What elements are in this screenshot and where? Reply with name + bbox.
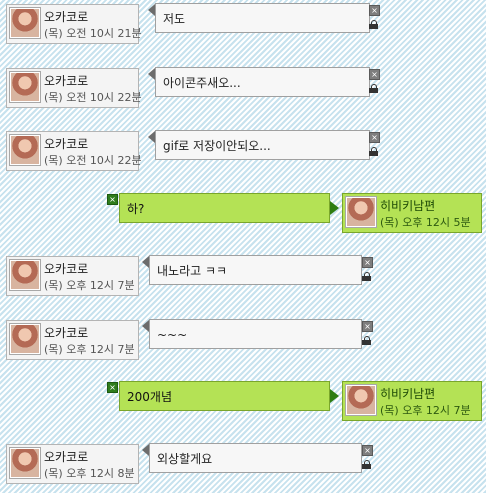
lock-icon[interactable] xyxy=(362,272,371,281)
chat-message: 오카코로 (목) 오후 12시 7분 ~~~ × xyxy=(0,316,486,366)
bubble-pointer xyxy=(330,201,339,215)
chat-log: 오카코로 (목) 오전 10시 21분 저도 × 오카코로 (목) 오전 10시… xyxy=(0,0,486,493)
delete-icon[interactable]: × xyxy=(107,194,118,205)
user-card[interactable]: 오카코로 (목) 오전 10시 22분 xyxy=(6,68,142,108)
message-bubble: gif로 저장이안되오... xyxy=(155,130,370,160)
chat-message: 오카코로 (목) 오전 10시 22분 gif로 저장이안되오... × xyxy=(0,127,486,177)
user-card[interactable]: 오카코로 (목) 오후 12시 7분 xyxy=(6,256,139,296)
message-bubble: 아이콘주새오... xyxy=(155,67,370,97)
delete-icon[interactable]: × xyxy=(369,5,380,16)
avatar[interactable] xyxy=(10,448,40,478)
user-name: 오카코로 xyxy=(44,450,89,464)
avatar[interactable] xyxy=(10,8,40,38)
lock-icon[interactable] xyxy=(362,336,371,345)
chat-message: 오카코로 (목) 오전 10시 22분 아이콘주새오... × xyxy=(0,64,486,114)
user-name: 오카코로 xyxy=(44,326,89,340)
user-card[interactable]: 오카코로 (목) 오후 12시 8분 xyxy=(6,444,139,484)
delete-icon[interactable]: × xyxy=(362,257,373,268)
message-timestamp: (목) 오후 12시 7분 xyxy=(44,343,135,356)
bubble-pointer xyxy=(148,68,155,80)
user-name: 히비키남편 xyxy=(380,199,436,213)
user-card[interactable]: 히비키남편 (목) 오후 12시 5분 xyxy=(342,193,482,233)
chat-message: × 200개념 히비키남편 (목) 오후 12시 7분 xyxy=(0,376,486,426)
bubble-pointer xyxy=(148,131,155,143)
user-card[interactable]: 히비키남편 (목) 오후 12시 7분 xyxy=(342,381,482,421)
bubble-pointer xyxy=(142,320,149,332)
chat-message: 오카코로 (목) 오후 12시 8분 외상할게요 × xyxy=(0,440,486,490)
bubble-pointer xyxy=(142,444,149,456)
message-bubble: ~~~ xyxy=(149,319,362,349)
avatar[interactable] xyxy=(10,324,40,354)
user-card[interactable]: 오카코로 (목) 오전 10시 21분 xyxy=(6,4,142,44)
message-timestamp: (목) 오후 12시 8분 xyxy=(44,467,135,480)
lock-icon[interactable] xyxy=(362,460,371,469)
avatar[interactable] xyxy=(10,135,40,165)
chat-message: × 하? 히비키남편 (목) 오후 12시 5분 xyxy=(0,188,486,238)
user-name: 오카코로 xyxy=(44,10,89,24)
avatar[interactable] xyxy=(10,260,40,290)
bubble-pointer xyxy=(330,389,339,403)
delete-icon[interactable]: × xyxy=(369,69,380,80)
user-card[interactable]: 오카코로 (목) 오후 12시 7분 xyxy=(6,320,139,360)
message-bubble: 저도 xyxy=(155,3,370,33)
bubble-pointer xyxy=(148,4,155,16)
message-timestamp: (목) 오후 12시 7분 xyxy=(380,404,471,417)
message-timestamp: (목) 오후 12시 7분 xyxy=(44,279,135,292)
message-timestamp: (목) 오전 10시 22분 xyxy=(44,91,142,104)
lock-icon[interactable] xyxy=(369,84,378,93)
bubble-pointer xyxy=(142,256,149,268)
delete-icon[interactable]: × xyxy=(369,132,380,143)
lock-icon[interactable] xyxy=(369,20,378,29)
avatar[interactable] xyxy=(346,385,376,415)
chat-message: 오카코로 (목) 오후 12시 7분 내노라고 ㅋㅋ × xyxy=(0,252,486,302)
chat-message: 오카코로 (목) 오전 10시 21분 저도 × xyxy=(0,0,486,50)
avatar[interactable] xyxy=(10,72,40,102)
message-timestamp: (목) 오후 12시 5분 xyxy=(380,216,471,229)
user-name: 오카코로 xyxy=(44,262,89,276)
message-bubble: 외상할게요 xyxy=(149,443,362,473)
user-card[interactable]: 오카코로 (목) 오전 10시 22분 xyxy=(6,131,142,171)
message-timestamp: (목) 오전 10시 22분 xyxy=(44,154,142,167)
message-bubble: 200개념 xyxy=(119,381,330,411)
message-timestamp: (목) 오전 10시 21분 xyxy=(44,27,142,40)
user-name: 오카코로 xyxy=(44,74,89,88)
user-name: 히비키남편 xyxy=(380,387,436,401)
delete-icon[interactable]: × xyxy=(362,321,373,332)
avatar[interactable] xyxy=(346,197,376,227)
delete-icon[interactable]: × xyxy=(107,382,118,393)
lock-icon[interactable] xyxy=(369,147,378,156)
message-bubble: 내노라고 ㅋㅋ xyxy=(149,255,362,285)
user-name: 오카코로 xyxy=(44,137,89,151)
message-bubble: 하? xyxy=(119,193,330,223)
delete-icon[interactable]: × xyxy=(362,445,373,456)
